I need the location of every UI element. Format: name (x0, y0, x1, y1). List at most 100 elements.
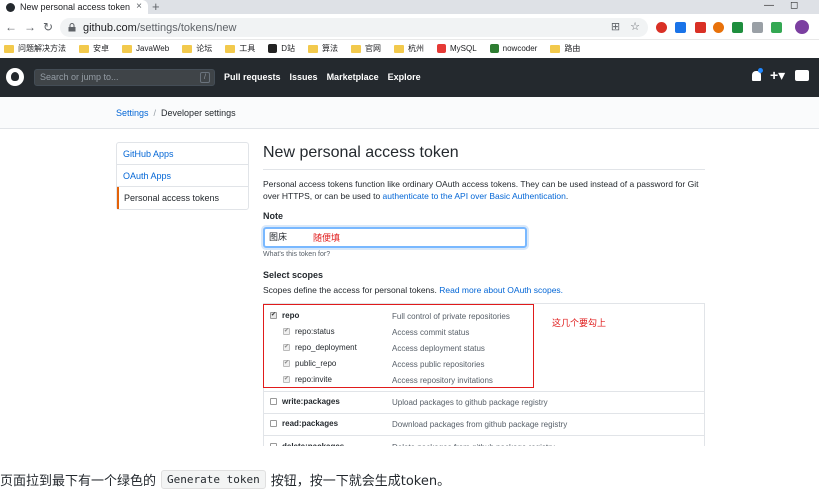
translate-icon[interactable]: ⊞ (611, 20, 620, 33)
description-end: . (565, 191, 569, 201)
breadcrumb: Settings / Developer settings (116, 108, 236, 118)
scope-name: read:packages (282, 419, 339, 428)
address-bar-row: ← → ↻ github.com /settings/tokens/new ⊞ … (0, 14, 819, 40)
nav-marketplace[interactable]: Marketplace (327, 72, 379, 82)
bookmark-label: 论坛 (196, 44, 213, 53)
site-favicon-icon (436, 44, 446, 53)
search-placeholder: Search or jump to... (40, 72, 119, 82)
scope-checkbox[interactable] (270, 443, 277, 446)
create-new-icon[interactable]: +▾ (770, 67, 785, 84)
back-icon[interactable]: ← (5, 20, 17, 34)
menu-item-personal-access-tokens[interactable]: Personal access tokens (117, 187, 248, 209)
browser-tab[interactable]: New personal access token × (0, 0, 148, 14)
nav-issues[interactable]: Issues (290, 72, 318, 82)
folder-icon (122, 44, 132, 53)
browser-tab-bar: New personal access token × + — ◻ (0, 0, 819, 14)
url-host: github.com (83, 21, 137, 34)
scopes-note: Scopes define the access for personal to… (263, 285, 705, 295)
bookmark-label: 路由 (564, 44, 581, 53)
bookmark-item[interactable]: 杭州 (393, 43, 424, 54)
scope-description: Upload packages to github package regist… (392, 398, 548, 407)
user-avatar[interactable] (795, 70, 809, 81)
tab-close-icon[interactable]: × (136, 1, 142, 12)
scope-description: Download packages from github package re… (392, 420, 568, 429)
lock-icon (68, 23, 76, 32)
bookmark-item[interactable]: nowcoder (489, 44, 538, 53)
note-label: Note (263, 211, 283, 221)
reload-icon[interactable]: ↻ (43, 20, 53, 34)
folder-icon (4, 44, 14, 53)
folder-icon (79, 44, 89, 53)
scope-row: write:packages (270, 397, 340, 406)
article-text: 页面拉到最下有一个绿色的 Generate token 按钮，按一下就会生成to… (0, 466, 819, 493)
page-description: Personal access tokens function like ord… (263, 178, 705, 202)
nav-explore[interactable]: Explore (388, 72, 421, 82)
adblock-extension-icon[interactable] (656, 22, 667, 33)
menu-item-github-apps[interactable]: GitHub Apps (117, 143, 248, 165)
bookmark-item[interactable]: JavaWeb (122, 44, 169, 53)
url-field[interactable]: github.com /settings/tokens/new ⊞ ☆ (60, 18, 648, 37)
extension-icon[interactable] (713, 22, 724, 33)
url-path: /settings/tokens/new (136, 21, 237, 34)
github-header: Search or jump to... / Pull requests Iss… (0, 58, 819, 97)
search-input[interactable]: Search or jump to... / (34, 69, 215, 86)
bookmark-item[interactable]: 论坛 (182, 43, 212, 54)
menu-item-oauth-apps[interactable]: OAuth Apps (117, 165, 248, 187)
bookmarks-bar: 问题解决方法 安卓 JavaWeb 论坛 工具 D站 算法 官网 杭州 MySQL nowcoder… (0, 40, 819, 57)
github-logo-icon[interactable] (6, 68, 24, 86)
profile-avatar[interactable] (795, 20, 809, 34)
folder-icon (225, 44, 236, 53)
note-field[interactable]: 图床 (263, 227, 527, 248)
folder-icon (307, 44, 318, 53)
bookmark-label: MySQL (449, 44, 477, 53)
extension-icon[interactable] (695, 22, 706, 33)
bookmark-label: 官网 (364, 44, 381, 53)
maximize-icon[interactable]: ◻ (790, 0, 798, 11)
github-favicon-icon (6, 2, 15, 12)
scope-description: Delete packages from github package regi… (392, 443, 555, 446)
bookmark-label: 工具 (239, 44, 256, 53)
scope-checkbox[interactable] (270, 398, 277, 405)
breadcrumb-separator: / (153, 108, 157, 118)
forward-icon[interactable]: → (24, 20, 36, 34)
folder-icon (182, 44, 193, 53)
extension-icon[interactable] (752, 22, 763, 33)
new-tab-button[interactable]: + (152, 0, 160, 14)
bookmark-item[interactable]: 官网 (350, 43, 381, 54)
bookmark-label: 算法 (321, 44, 338, 53)
extension-icon[interactable] (675, 22, 686, 33)
minimize-icon[interactable]: — (764, 0, 774, 11)
inline-code: Generate token (161, 470, 266, 489)
bookmark-item[interactable]: 算法 (307, 43, 338, 54)
bookmark-item[interactable]: 路由 (550, 43, 580, 54)
bookmark-item[interactable]: D站 (268, 43, 295, 54)
folder-icon (550, 44, 561, 53)
header-nav: Pull requests Issues Marketplace Explore (224, 72, 421, 82)
extension-icon[interactable] (771, 22, 782, 33)
bookmark-item[interactable]: MySQL (436, 44, 477, 53)
breadcrumb-settings[interactable]: Settings (116, 108, 149, 118)
bookmark-label: nowcoder (502, 44, 538, 53)
article-text-after: 按钮，按一下就会生成token。 (270, 474, 451, 489)
site-favicon-icon (489, 44, 499, 53)
oauth-scopes-link[interactable]: Read more about OAuth scopes. (439, 285, 563, 295)
site-favicon-icon (268, 44, 278, 53)
scopes-note-text: Scopes define the access for personal to… (263, 285, 440, 295)
annotation-highlight-box (263, 304, 534, 388)
nav-pull-requests[interactable]: Pull requests (224, 72, 281, 82)
extension-icon[interactable] (732, 22, 743, 33)
bookmark-item[interactable]: 工具 (225, 43, 255, 54)
breadcrumb-bar: Settings / Developer settings (0, 97, 819, 129)
basic-auth-link[interactable]: authenticate to the API over Basic Authe… (383, 191, 566, 201)
scopes-title: Select scopes (263, 270, 324, 280)
bookmark-item[interactable]: 安卓 (79, 43, 109, 54)
breadcrumb-current: Developer settings (161, 108, 236, 118)
page-title: New personal access token (263, 142, 705, 170)
scope-checkbox[interactable] (270, 420, 277, 427)
bookmark-label: JavaWeb (136, 44, 170, 53)
article-text-before: 页面拉到最下有一个绿色的 (0, 474, 157, 489)
note-hint: What's this token for? (263, 251, 331, 258)
bookmark-star-icon[interactable]: ☆ (630, 20, 640, 33)
notification-dot (758, 68, 763, 73)
bookmark-item[interactable]: 问题解决方法 (4, 43, 66, 54)
